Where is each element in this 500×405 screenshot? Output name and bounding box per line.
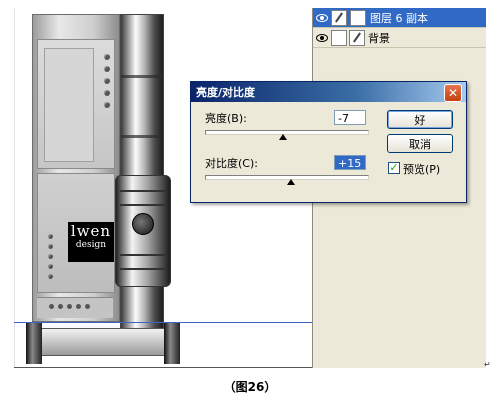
tower-front-panel: lwen design: [32, 14, 120, 322]
preview-label: 预览(P): [403, 163, 441, 176]
base-leg: [164, 322, 180, 364]
dialog-titlebar[interactable]: 亮度/对比度: [191, 82, 466, 102]
dot-icon: [48, 254, 53, 259]
preview-checkbox[interactable]: ✓: [388, 162, 400, 174]
brightness-input[interactable]: -7: [334, 110, 366, 125]
lwen-design-logo: lwen design: [68, 222, 114, 262]
dot-icon: [85, 304, 90, 309]
tower-lower-dots: [48, 234, 56, 284]
layer-row-layer6-copy[interactable]: 图层 6 副本: [313, 8, 486, 28]
brightness-slider-track[interactable]: [205, 130, 369, 135]
eye-icon[interactable]: [313, 8, 331, 27]
tower-foot-dots: [49, 304, 90, 309]
dot-icon: [104, 54, 110, 60]
dot-icon: [48, 274, 53, 279]
bulge-rib: [120, 204, 166, 206]
tower-side-column: [115, 14, 171, 336]
tower-foot-panel: [37, 297, 113, 318]
dot-icon: [104, 102, 110, 108]
ok-button[interactable]: 好: [387, 110, 453, 129]
dot-icon: [48, 264, 53, 269]
contrast-input[interactable]: +15: [334, 155, 366, 170]
base-leg: [26, 322, 42, 364]
brightness-contrast-dialog: 亮度/对比度 ✕ 亮度(B): -7 对比度(C): +15 好 取消 ✓ 预览…: [190, 81, 467, 203]
base-bar: [34, 328, 176, 356]
layer-name: 背景: [368, 31, 390, 45]
layer-name: 图层 6 副本: [370, 11, 428, 25]
dot-icon: [76, 304, 81, 309]
tower-lower-bay: lwen design: [37, 173, 115, 293]
brush-icon[interactable]: [331, 9, 347, 26]
cancel-button[interactable]: 取消: [387, 134, 453, 153]
dot-icon: [104, 78, 110, 84]
brightness-label: 亮度(B):: [205, 112, 247, 125]
layer-thumbnail: [350, 9, 366, 26]
dot-icon: [48, 244, 53, 249]
figure-caption: （图26）: [223, 380, 277, 394]
tower-drive-bay: [44, 48, 94, 162]
canvas-edge: [14, 8, 15, 368]
dot-icon: [48, 234, 53, 239]
dialog-title: 亮度/对比度: [196, 86, 256, 99]
bulge-rib: [120, 268, 166, 270]
brush-icon[interactable]: [349, 29, 365, 46]
dot-icon: [58, 304, 63, 309]
dot-icon: [49, 304, 54, 309]
dot-icon: [67, 304, 72, 309]
bulge-rib: [120, 254, 166, 256]
logo-line1: lwen: [70, 222, 112, 240]
bulge-rib: [120, 190, 166, 192]
dot-icon: [104, 66, 110, 72]
layer-row-background[interactable]: 背景: [313, 28, 486, 48]
tower-top-bay: [37, 39, 115, 169]
text-cursor-icon: ↵: [484, 360, 491, 369]
eye-icon[interactable]: [313, 28, 331, 47]
contrast-slider-thumb[interactable]: [286, 179, 295, 185]
power-knob-icon: [132, 213, 154, 235]
column-band: [121, 75, 163, 78]
contrast-label: 对比度(C):: [205, 157, 258, 170]
tower-base: [24, 322, 184, 364]
logo-line2: design: [75, 240, 107, 250]
close-icon[interactable]: ✕: [444, 84, 462, 102]
pc-tower-artwork: lwen design: [26, 14, 184, 364]
brightness-slider-thumb[interactable]: [278, 134, 287, 140]
column-band: [121, 135, 163, 138]
layer-thumbnail: [331, 29, 347, 46]
tower-top-dots: [104, 54, 112, 114]
dot-icon: [104, 90, 110, 96]
